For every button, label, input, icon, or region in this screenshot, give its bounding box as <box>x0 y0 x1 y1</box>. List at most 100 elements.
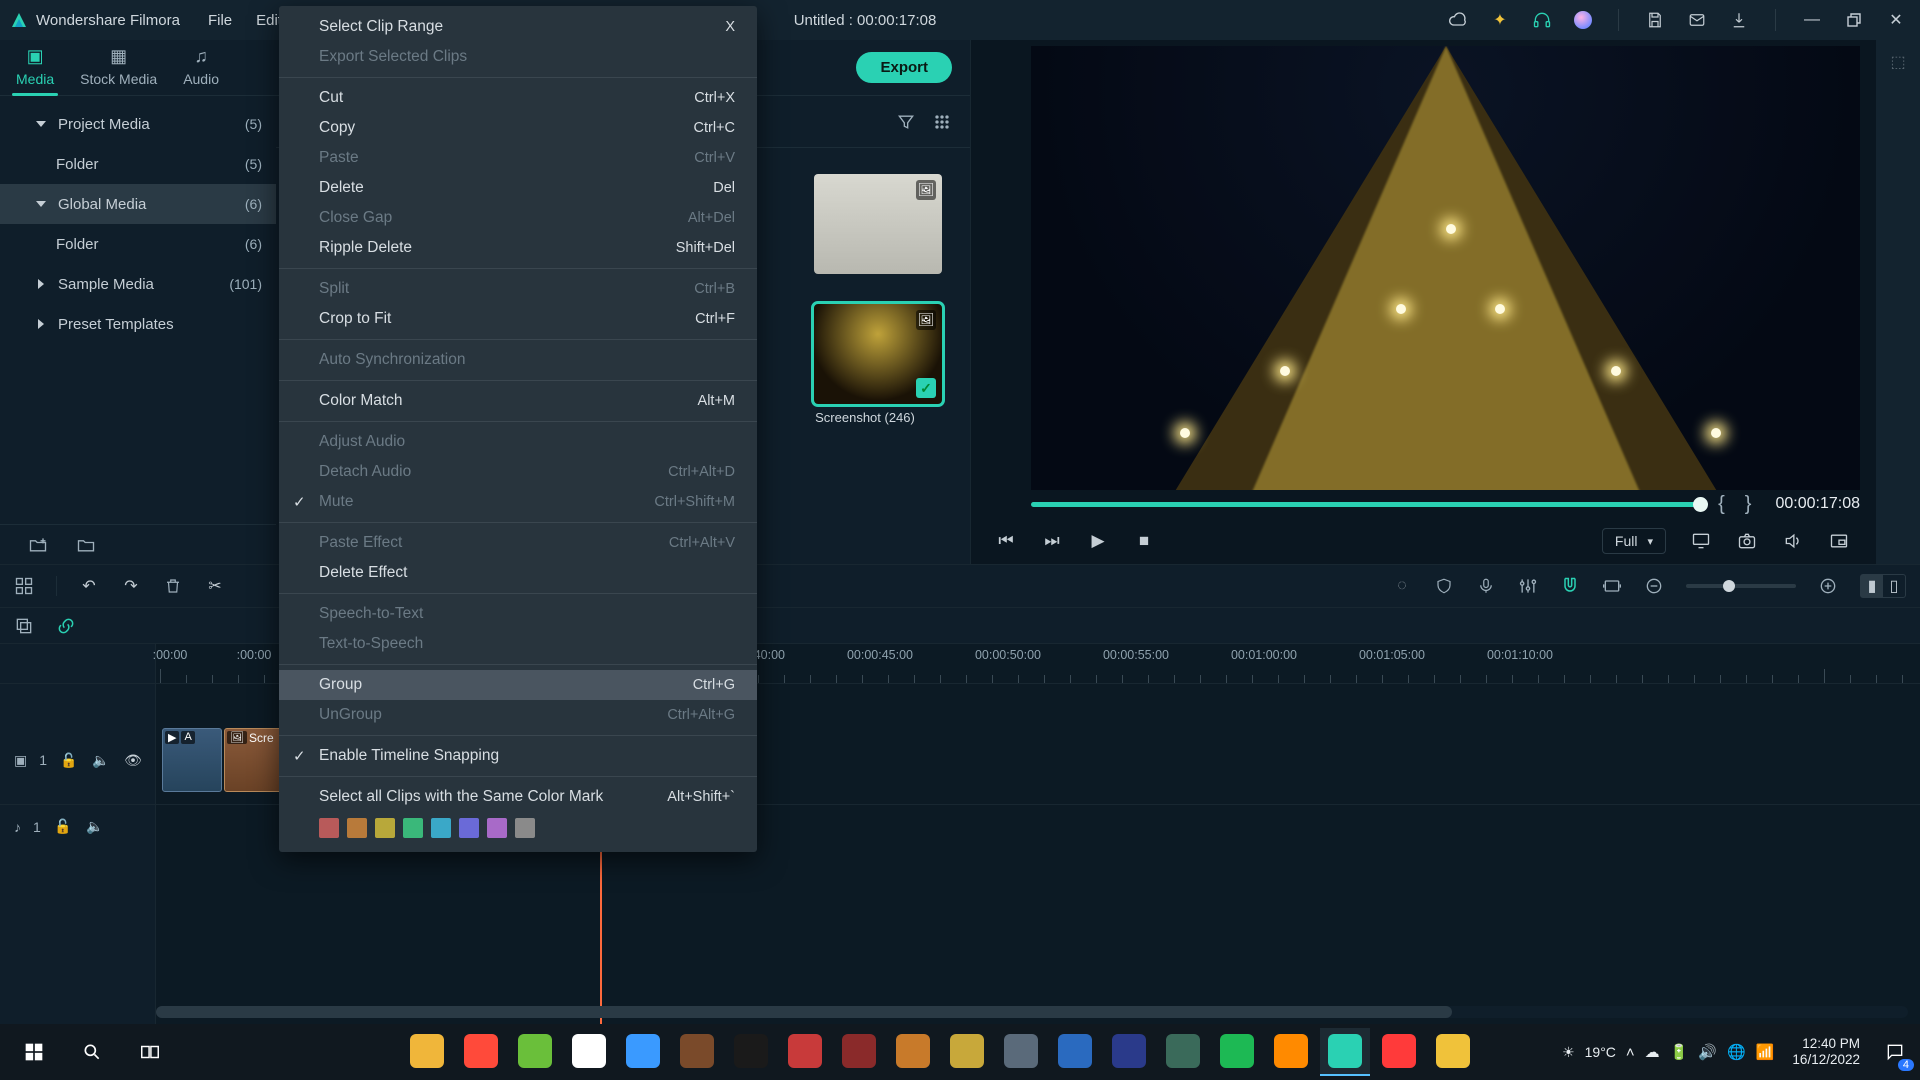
ctx-cut[interactable]: CutCtrl+X <box>279 83 757 113</box>
mute-icon[interactable]: 🔈 <box>91 750 111 770</box>
stop-icon[interactable]: ■ <box>1133 530 1155 552</box>
color-swatch[interactable] <box>375 818 395 838</box>
taskbar-app[interactable] <box>672 1028 722 1076</box>
link-icon[interactable] <box>56 616 76 636</box>
audio-mixer-icon[interactable] <box>1518 576 1538 596</box>
next-frame-icon[interactable]: ⏭ <box>1041 530 1063 552</box>
undo-icon[interactable]: ↶ <box>79 576 99 596</box>
redo-icon[interactable]: ↷ <box>121 576 141 596</box>
tree-project-folder[interactable]: Folder (5) <box>0 144 276 184</box>
tree-global-media[interactable]: Global Media (6) <box>0 184 276 224</box>
ctx-delete[interactable]: DeleteDel <box>279 173 757 203</box>
taskbar-app[interactable] <box>1212 1028 1262 1076</box>
pip-icon[interactable] <box>1828 530 1850 552</box>
timeline-view-toggle[interactable]: ▮▯ <box>1860 574 1906 598</box>
taskbar-app[interactable] <box>402 1028 452 1076</box>
cloud-icon[interactable] <box>1448 10 1468 30</box>
view-b[interactable]: ▯ <box>1883 575 1905 597</box>
mute-icon[interactable]: 🔈 <box>85 817 105 837</box>
fit-icon[interactable] <box>1602 576 1622 596</box>
tab-stock-media[interactable]: ▦ Stock Media <box>70 42 167 95</box>
timeline-clip-a[interactable]: ▶A <box>162 728 222 792</box>
open-folder-icon[interactable] <box>76 535 96 555</box>
taskbar-app[interactable] <box>888 1028 938 1076</box>
taskbar-app[interactable] <box>726 1028 776 1076</box>
taskbar-app[interactable] <box>1428 1028 1478 1076</box>
mark-out-icon[interactable]: } <box>1735 493 1762 516</box>
display-icon[interactable] <box>1690 530 1712 552</box>
timeline-scrollbar[interactable] <box>156 1006 1908 1018</box>
magnet-icon[interactable] <box>1560 576 1580 596</box>
menu-file[interactable]: File <box>208 12 232 29</box>
taskbar-app[interactable] <box>834 1028 884 1076</box>
tab-media[interactable]: ▣ Media <box>6 42 64 95</box>
ctx-color-match[interactable]: Color MatchAlt+M <box>279 386 757 416</box>
weather-temp[interactable]: 19°C <box>1585 1044 1616 1060</box>
color-swatch[interactable] <box>431 818 451 838</box>
auto-reframe-icon[interactable]: ◌ <box>1392 576 1412 596</box>
media-thumb[interactable]: 🖼 <box>814 174 942 274</box>
taskbar-app[interactable] <box>1320 1028 1370 1076</box>
eye-icon[interactable]: 👁 <box>123 750 143 770</box>
rstrip-item[interactable]: ⬚ <box>1888 52 1908 72</box>
taskbar-app[interactable] <box>996 1028 1046 1076</box>
filter-icon[interactable] <box>896 112 916 132</box>
ctx-group[interactable]: GroupCtrl+G <box>279 670 757 700</box>
weather-icon[interactable]: ☀ <box>1562 1044 1575 1061</box>
window-restore-icon[interactable] <box>1844 10 1864 30</box>
mark-in-icon[interactable]: { <box>1708 493 1735 516</box>
color-swatch[interactable] <box>487 818 507 838</box>
taskbar-app[interactable] <box>942 1028 992 1076</box>
delete-icon[interactable] <box>163 576 183 596</box>
taskbar-app[interactable] <box>456 1028 506 1076</box>
lock-icon[interactable]: 🔓 <box>53 817 73 837</box>
tray-wifi-icon[interactable]: 📶 <box>1756 1043 1775 1061</box>
snapshot-icon[interactable] <box>1736 530 1758 552</box>
scrollbar-thumb[interactable] <box>156 1006 1452 1018</box>
ctx-delete-effect[interactable]: Delete Effect <box>279 558 757 588</box>
zoom-slider-knob[interactable] <box>1723 580 1735 592</box>
play-icon[interactable]: ▶ <box>1087 530 1109 552</box>
taskbar-app[interactable] <box>1374 1028 1424 1076</box>
color-swatch[interactable] <box>515 818 535 838</box>
taskview-button[interactable] <box>124 1028 176 1076</box>
taskbar-app[interactable] <box>1266 1028 1316 1076</box>
track-manager-icon[interactable] <box>14 616 34 636</box>
tray-chevron-icon[interactable]: ˄ <box>1626 1044 1635 1061</box>
media-thumb-selected[interactable]: 🖼 ✓ Screenshot (246) <box>814 304 942 425</box>
export-button[interactable]: Export <box>856 52 952 83</box>
taskbar-app[interactable] <box>780 1028 830 1076</box>
taskbar-clock[interactable]: 12:40 PM 16/12/2022 <box>1784 1036 1868 1067</box>
tree-preset-templates[interactable]: Preset Templates <box>0 304 276 344</box>
color-swatch[interactable] <box>319 818 339 838</box>
ctx-crop-to-fit[interactable]: Crop to FitCtrl+F <box>279 304 757 334</box>
window-close-icon[interactable]: ✕ <box>1886 10 1906 30</box>
ctx-ripple-delete[interactable]: Ripple DeleteShift+Del <box>279 233 757 263</box>
color-swatch[interactable] <box>459 818 479 838</box>
grid-view-icon[interactable] <box>932 112 952 132</box>
taskbar-app[interactable] <box>510 1028 560 1076</box>
seek-bar[interactable] <box>1031 502 1708 507</box>
tray-volume-icon[interactable]: 🔊 <box>1698 1043 1717 1061</box>
color-swatch[interactable] <box>347 818 367 838</box>
ctx-enable-snapping[interactable]: Enable Timeline Snapping <box>279 741 757 771</box>
ctx-copy[interactable]: CopyCtrl+C <box>279 113 757 143</box>
taskbar-app[interactable] <box>564 1028 614 1076</box>
tree-project-media[interactable]: Project Media (5) <box>0 104 276 144</box>
notifications-button[interactable]: 4 <box>1878 1035 1912 1069</box>
account-avatar-icon[interactable] <box>1574 11 1592 29</box>
taskbar-app[interactable] <box>1158 1028 1208 1076</box>
color-swatch[interactable] <box>403 818 423 838</box>
ctx-select-same-color[interactable]: Select all Clips with the Same Color Mar… <box>279 782 757 812</box>
save-icon[interactable] <box>1645 10 1665 30</box>
zoom-slider[interactable] <box>1686 584 1796 588</box>
tips-icon[interactable]: ✦ <box>1490 10 1510 30</box>
tray-network-icon[interactable]: 🌐 <box>1727 1043 1746 1061</box>
view-a[interactable]: ▮ <box>1861 575 1883 597</box>
start-button[interactable] <box>8 1028 60 1076</box>
cut-icon[interactable]: ✂ <box>205 576 225 596</box>
tab-audio[interactable]: ♫ Audio <box>173 42 229 95</box>
zoom-in-icon[interactable] <box>1818 576 1838 596</box>
prev-frame-icon[interactable]: ⏮ <box>995 530 1017 552</box>
tree-global-folder[interactable]: Folder (6) <box>0 224 276 264</box>
